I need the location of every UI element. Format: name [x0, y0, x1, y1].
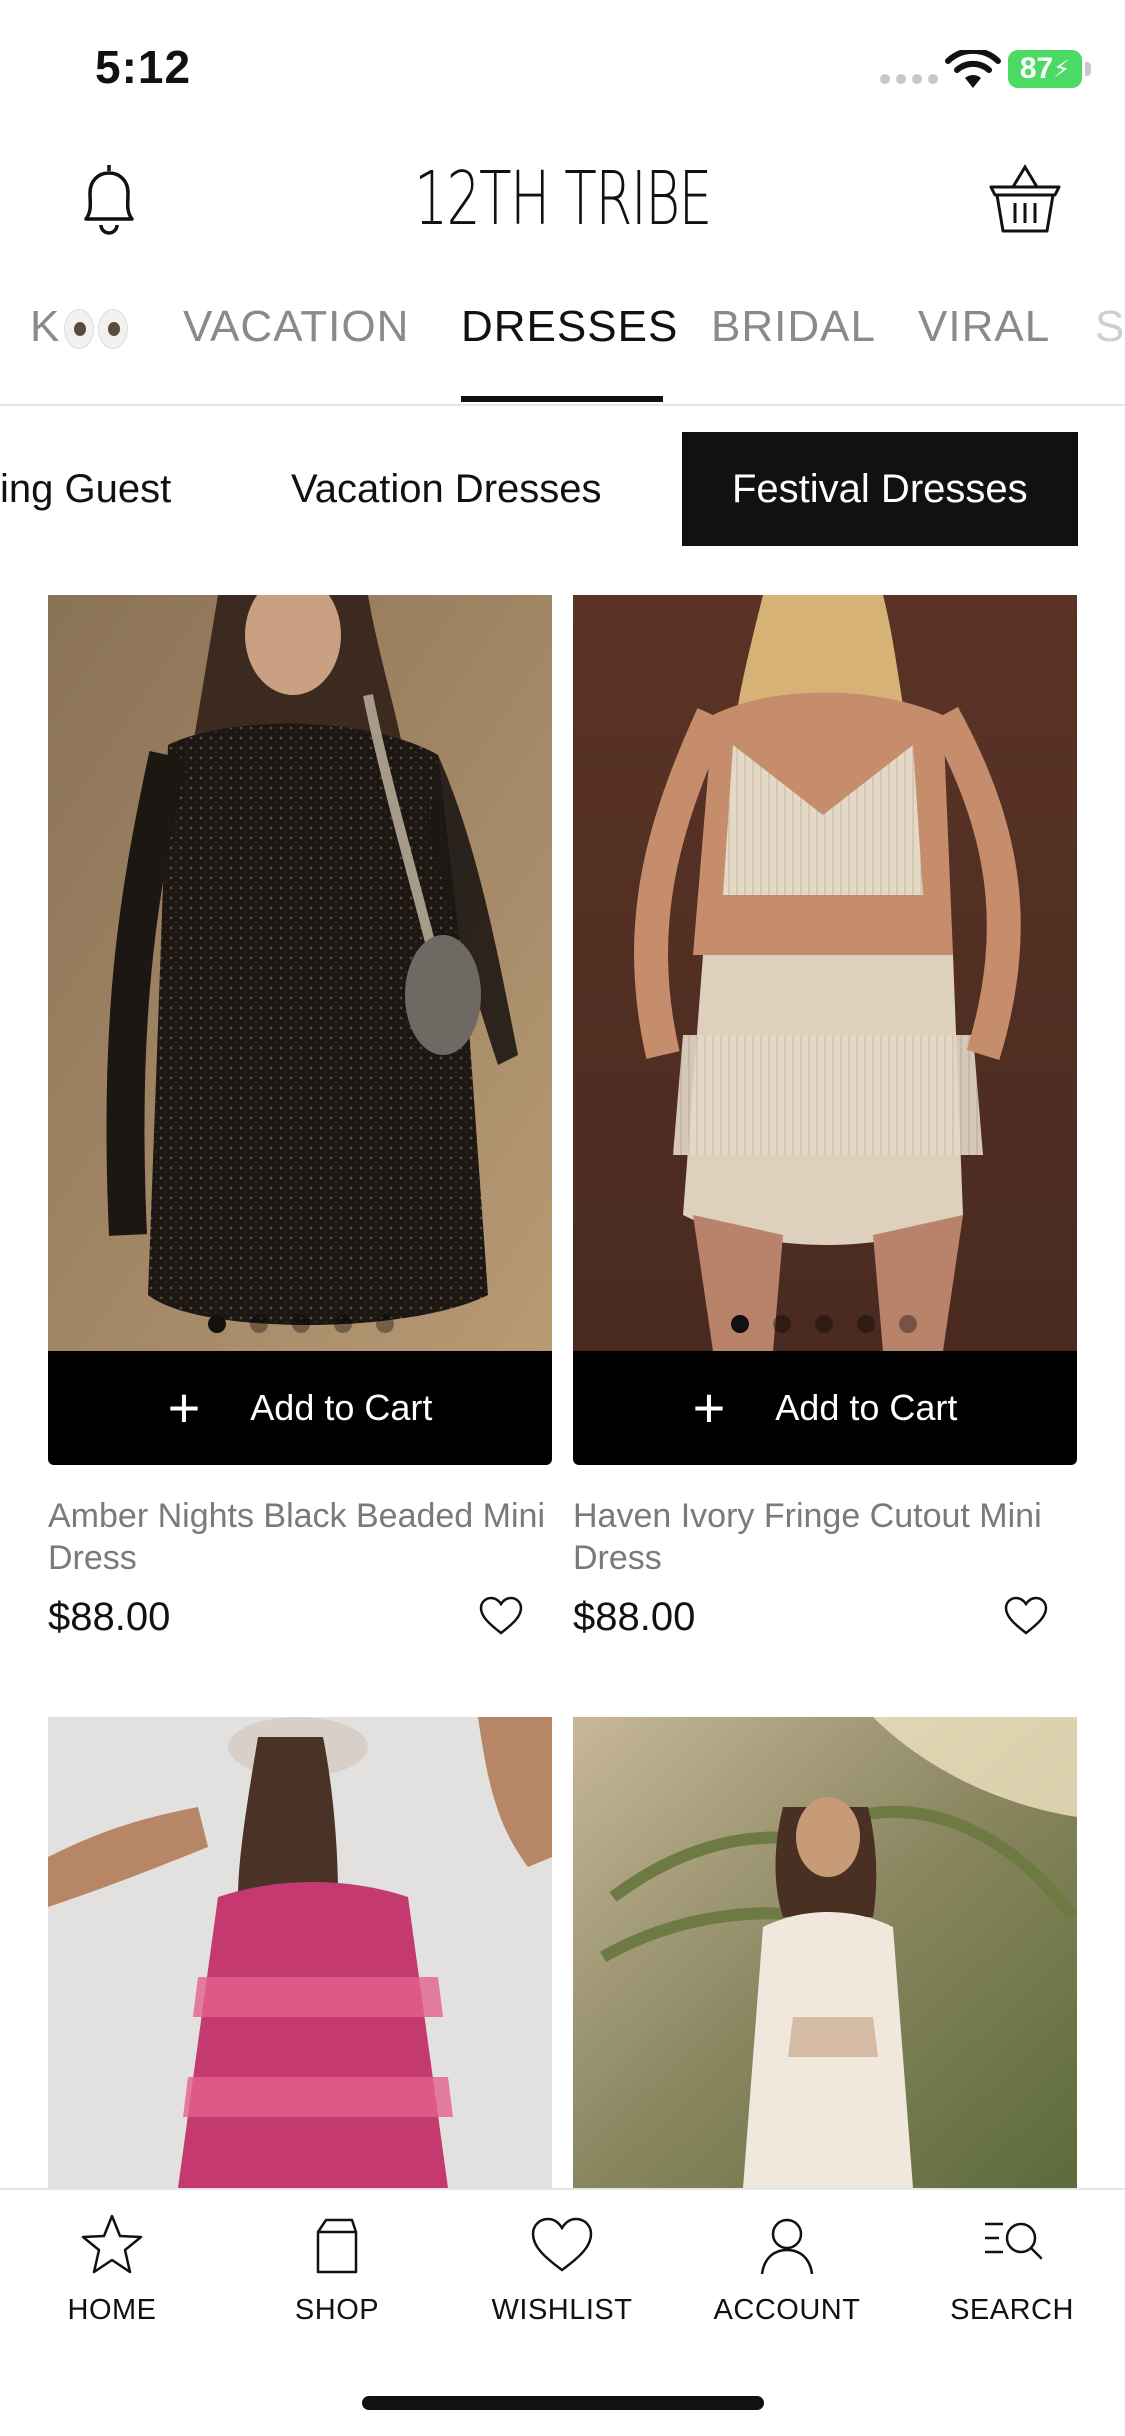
plus-icon: +	[692, 1376, 726, 1439]
add-to-cart-button[interactable]: + Add to Cart	[48, 1351, 552, 1465]
image-pagination	[208, 1315, 394, 1333]
shopping-bag-icon	[316, 2218, 358, 2274]
product-name[interactable]: Haven Ivory Fringe Cutout Mini Dress	[573, 1495, 1077, 1579]
image-pagination	[731, 1315, 917, 1333]
tab-bridal[interactable]: BRIDAL	[711, 302, 876, 352]
nav-label: ACCOUNT	[713, 2294, 861, 2326]
eyes-emoji-icon	[64, 309, 95, 350]
nav-shop[interactable]: SHOP	[237, 2210, 437, 2327]
tab-label: K	[30, 302, 61, 351]
product-price: $88.00	[48, 1595, 171, 1639]
tab-vacation[interactable]: VACATION	[183, 302, 409, 352]
nav-label: WISHLIST	[491, 2294, 633, 2326]
nav-account[interactable]: ACCOUNT	[687, 2210, 887, 2327]
tab-partial-right[interactable]: S	[1095, 302, 1125, 352]
wifi-icon	[945, 50, 1001, 88]
brand-logo[interactable]: 12TH TRIBE	[414, 149, 712, 249]
product-image[interactable]	[573, 595, 1077, 1351]
product-price: $88.00	[573, 1595, 696, 1639]
tab-viral[interactable]: VIRAL	[918, 302, 1050, 352]
add-to-cart-label: Add to Cart	[775, 1387, 958, 1428]
product-image[interactable]	[573, 1717, 1077, 2188]
battery-level: 87	[1019, 52, 1054, 85]
home-indicator	[362, 2396, 764, 2410]
product-name[interactable]: Amber Nights Black Beaded Mini Dress	[48, 1495, 552, 1579]
nav-label: HOME	[67, 2294, 157, 2326]
eyes-emoji-icon	[98, 309, 129, 350]
product-image[interactable]	[48, 1717, 552, 2188]
person-icon	[760, 2218, 814, 2275]
star-icon	[81, 2214, 143, 2274]
basket-icon[interactable]	[985, 159, 1065, 239]
subtab-vacation-dresses[interactable]: Vacation Dresses	[291, 432, 602, 546]
plus-icon: +	[167, 1376, 201, 1439]
wishlist-heart-icon[interactable]	[478, 1595, 524, 1637]
heart-icon	[531, 2217, 593, 2272]
status-time: 5:12	[95, 41, 192, 93]
battery-cap	[1085, 62, 1091, 76]
search-icon	[985, 2222, 1043, 2260]
subcategory-tabs: ing Guest Vacation Dresses Festival Dres…	[0, 432, 1125, 548]
tab-partial-left[interactable]: K	[30, 302, 129, 352]
nav-wishlist[interactable]: WISHLIST	[462, 2210, 662, 2327]
tab-dresses[interactable]: DRESSES	[461, 302, 678, 352]
nav-home[interactable]: HOME	[12, 2210, 212, 2327]
nav-label: SHOP	[294, 2294, 380, 2326]
subtab-festival-dresses[interactable]: Festival Dresses	[682, 432, 1078, 546]
battery-icon: 87 ⚡	[1008, 50, 1082, 88]
product-image[interactable]	[48, 595, 552, 1351]
nav-label: SEARCH	[950, 2294, 1074, 2326]
add-to-cart-button[interactable]: + Add to Cart	[573, 1351, 1077, 1465]
app-header: 12TH TRIBE	[0, 135, 1125, 260]
category-tabs: K VACATION DRESSES BRIDAL VIRAL S	[0, 290, 1125, 406]
status-bar: 5:12 87 ⚡	[0, 0, 1125, 135]
subtab-wedding-guest[interactable]: ing Guest	[0, 432, 171, 546]
bell-icon[interactable]	[72, 159, 146, 239]
nav-search[interactable]: SEARCH	[912, 2210, 1112, 2327]
wishlist-heart-icon[interactable]	[1003, 1595, 1049, 1637]
active-tab-indicator	[461, 396, 663, 402]
add-to-cart-label: Add to Cart	[250, 1387, 433, 1428]
cellular-signal-icon	[880, 74, 938, 84]
